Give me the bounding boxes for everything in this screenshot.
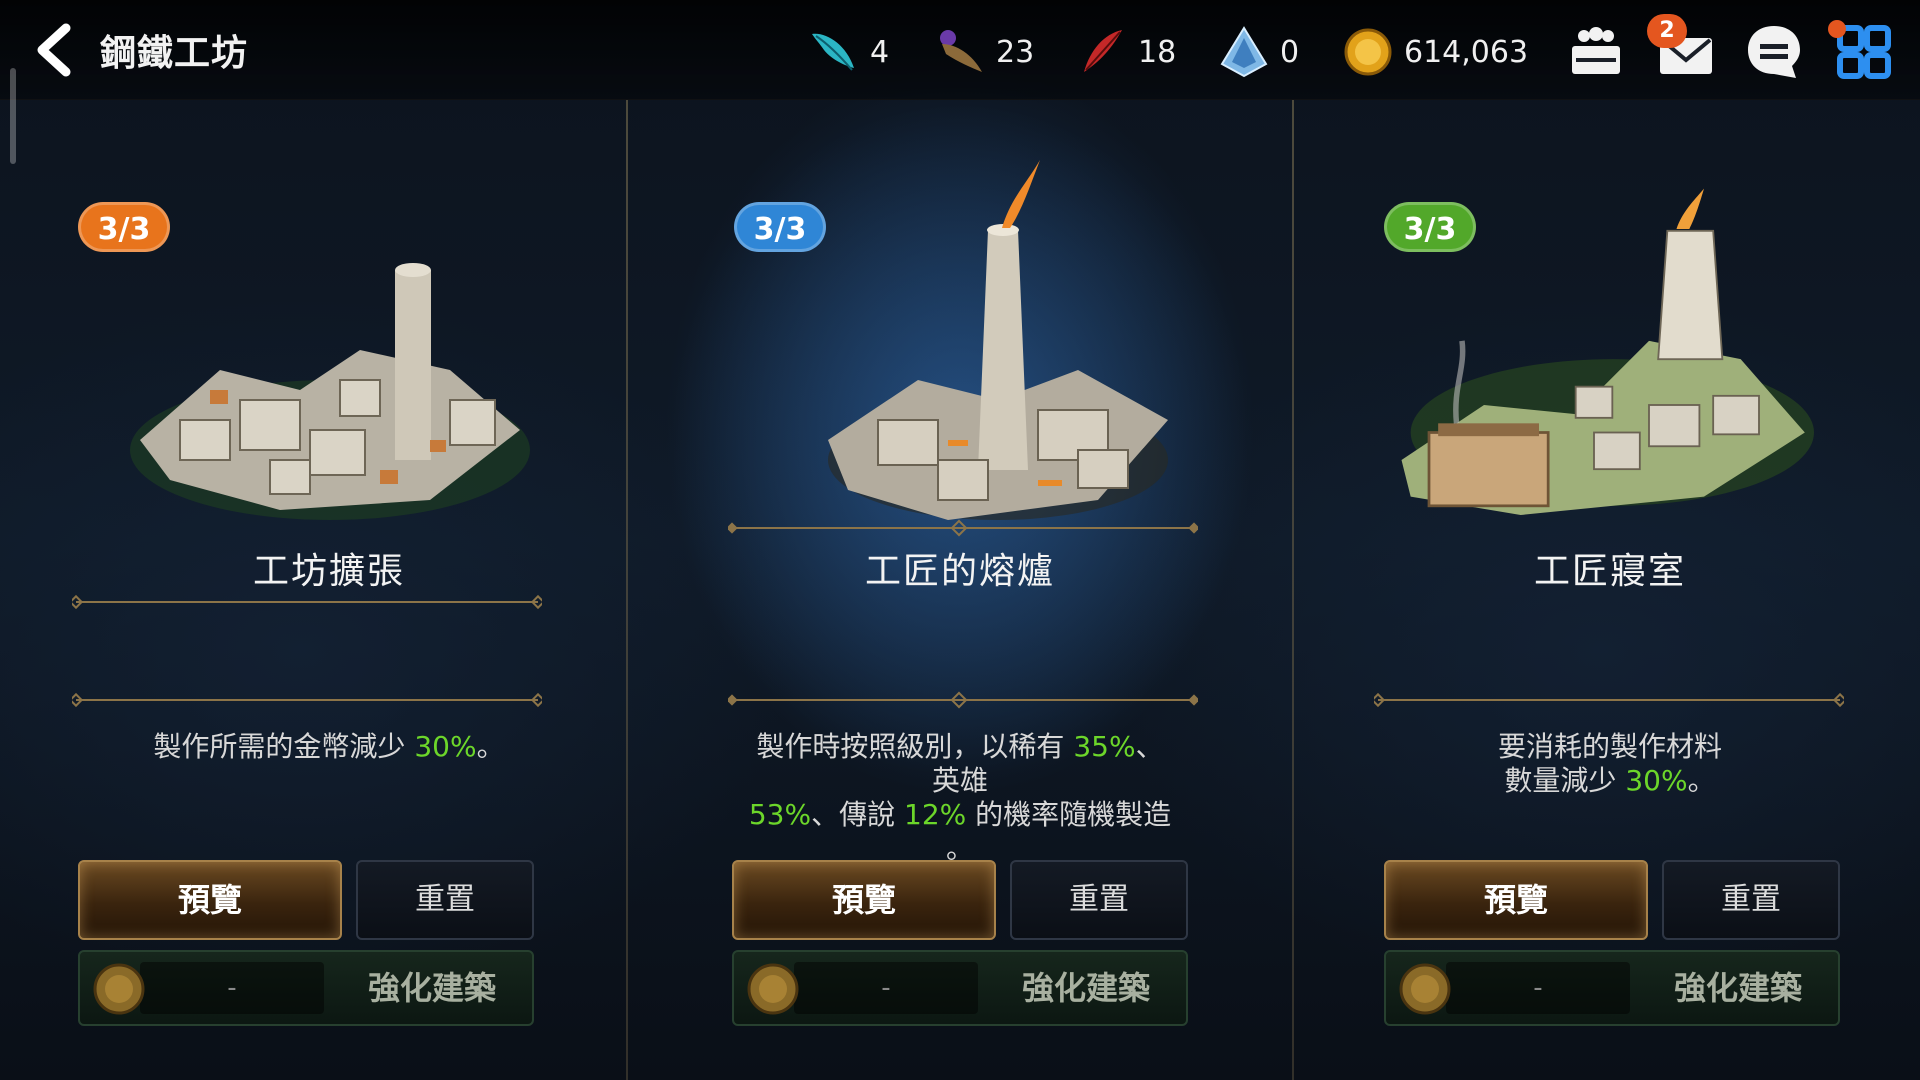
title-separator — [1374, 692, 1844, 708]
preview-button[interactable]: 預覽 — [1384, 860, 1648, 940]
bonus-value: 53% — [748, 798, 812, 831]
crystal-icon — [1220, 26, 1268, 78]
currency-red-feather[interactable]: 18 — [1074, 28, 1176, 76]
red-feather-count: 18 — [1138, 34, 1177, 70]
title-separator — [72, 594, 542, 610]
gold-count: 614,063 — [1404, 34, 1529, 70]
gold-coin-icon — [1344, 28, 1392, 76]
workshop-building-image — [130, 263, 530, 520]
back-arrow-icon — [37, 23, 71, 77]
card-title: 工匠寢室 — [1533, 551, 1686, 592]
enhance-building-button[interactable]: - 強化建築 — [732, 950, 1188, 1026]
red-feather-icon — [1084, 30, 1122, 72]
chat-icon — [1748, 26, 1800, 78]
feather-count: 4 — [870, 34, 890, 70]
reset-button[interactable]: 重置 — [356, 860, 534, 940]
title-separator — [728, 691, 1198, 709]
bonus-value: 30% — [1625, 764, 1688, 797]
mail-count-badge: 2 — [1647, 14, 1687, 48]
enhance-label: 強化建築 — [367, 969, 496, 1007]
crystal-count: 0 — [1280, 34, 1300, 70]
bonus-value: 12% — [904, 798, 967, 831]
currency-gold[interactable]: 614,063 — [1340, 28, 1528, 76]
card-description: 要消耗的製作材料 數量減少 30%。 — [1497, 730, 1722, 797]
bonus-value: 35% — [1073, 730, 1136, 763]
gold-coin-icon — [93, 963, 145, 1015]
card-title: 工匠的熔爐 — [864, 551, 1055, 592]
card-title: 工坊擴張 — [252, 551, 405, 592]
upgrade-card-artisan-bedroom: 3/3 工匠寢室 要消耗的製作材料 數量減少 30%。 預覽 重置 - 強化建築 — [1294, 100, 1920, 1080]
enhance-building-button[interactable]: - 強化建築 — [78, 950, 534, 1026]
top-bar: 鋼鐵工坊 4 23 18 0 614,063 2 — [0, 0, 1920, 100]
horn-icon — [940, 30, 982, 72]
preview-button[interactable]: 預覽 — [732, 860, 996, 940]
enhance-label: 強化建築 — [1021, 969, 1150, 1007]
currency-horn[interactable]: 23 — [932, 28, 1034, 76]
upgrade-card-artisan-furnace: 3/3 工匠的熔爐 製作時按照級別，以稀有 35%、 英雄 53%、傳說 12%… — [628, 100, 1292, 1080]
bonus-value: 30% — [414, 730, 477, 763]
guild-icon — [1572, 27, 1620, 74]
currency-feather[interactable]: 4 — [806, 28, 889, 76]
card-description: 製作時按照級別，以稀有 35%、 英雄 53%、傳說 12% 的機率隨機製造 。 — [748, 730, 1172, 865]
bedroom-building-image — [1401, 188, 1814, 515]
enhance-label: 強化建築 — [1673, 969, 1802, 1007]
gold-coin-icon — [747, 963, 799, 1015]
reset-button[interactable]: 重置 — [1662, 860, 1840, 940]
image-separator — [728, 519, 1198, 537]
furnace-building-image — [828, 160, 1168, 520]
reset-button[interactable]: 重置 — [1010, 860, 1188, 940]
enhance-cost: - — [794, 962, 978, 1014]
card-description: 製作所需的金幣減少 30%。 — [153, 730, 505, 763]
back-button[interactable] — [28, 22, 84, 78]
horn-count: 23 — [996, 34, 1035, 70]
upgrade-card-workshop-expansion: 3/3 工坊擴張 製作所需的金幣減少 30%。 預覽 重置 - 強化建築 — [0, 100, 664, 1080]
enhance-cost: - — [1446, 962, 1630, 1014]
feather-icon — [812, 33, 854, 71]
enhance-building-button[interactable]: - 強化建築 — [1384, 950, 1840, 1026]
menu-notification-dot — [1828, 20, 1846, 38]
preview-button[interactable]: 預覽 — [78, 860, 342, 940]
enhance-cost: - — [140, 962, 324, 1014]
page-title: 鋼鐵工坊 — [100, 33, 249, 74]
chat-button[interactable] — [1742, 20, 1806, 84]
guild-button[interactable] — [1564, 20, 1628, 84]
gold-coin-icon — [1399, 963, 1451, 1015]
currency-crystal[interactable]: 0 — [1216, 26, 1300, 78]
title-separator — [72, 692, 542, 708]
